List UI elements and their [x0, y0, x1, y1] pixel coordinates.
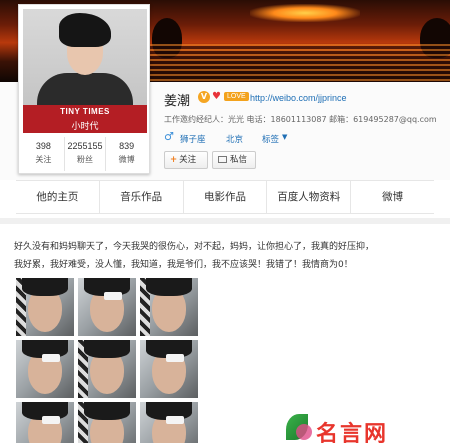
stat-label: 关注: [35, 155, 52, 164]
follow-label: 关注: [179, 155, 197, 165]
stat-label: 粉丝: [77, 155, 93, 164]
photo-thumbnail[interactable]: [16, 340, 74, 398]
message-label: 私信: [230, 155, 248, 165]
photo-thumbnail[interactable]: [16, 278, 74, 336]
photo-thumbnail[interactable]: [140, 340, 198, 398]
tag-labels[interactable]: 标签: [262, 133, 279, 145]
love-badge: LOVE: [224, 92, 249, 101]
photo-thumbnail[interactable]: [16, 402, 74, 443]
agent-info: 工作邀约经纪人：光光 电话：18601113087 邮箱：619495287@q…: [164, 115, 437, 124]
avatar-hair: [59, 13, 111, 47]
photo-grid: [16, 278, 200, 443]
message-button[interactable]: 私信: [212, 151, 256, 169]
stat-value: 398: [35, 141, 51, 151]
stat-posts[interactable]: 839 微博: [106, 137, 147, 171]
watermark: 名言网: [286, 410, 450, 443]
stat-label: 微博: [118, 155, 135, 164]
post-line: 好久没有和妈妈聊天了，今天我哭的很伤心，对不起，妈妈，让你担心了，我真的好压抑，: [14, 242, 375, 252]
stat-value: 839: [119, 141, 135, 151]
water-reflection: [150, 44, 450, 82]
sunset-glow: [250, 4, 360, 22]
stats-bar: 398 关注 2255155 粉丝 839 微博: [23, 137, 147, 171]
thumb-hair: [84, 340, 130, 358]
flower-logo-icon: [296, 424, 312, 440]
photo-thumbnail[interactable]: [78, 278, 136, 336]
stat-value: 2255155: [67, 141, 103, 151]
post-line: 我好累，我好难受，没人懂，我知道，我是爷们，我不应该哭！我错了！我情商为0！: [14, 260, 353, 270]
tab-music[interactable]: 音乐作品: [100, 181, 184, 213]
thumb-bandage: [166, 354, 184, 362]
tab-weibo[interactable]: 微博: [351, 181, 434, 213]
avatar-card: TINY TIMES 小时代 398 关注 2255155 粉丝 839 微博: [18, 4, 150, 174]
tab-baidu-profile[interactable]: 百度人物资料: [267, 181, 352, 213]
thumb-hair: [84, 402, 130, 420]
tab-home[interactable]: 他的主页: [16, 181, 100, 213]
thumb-bandage: [42, 354, 60, 362]
tab-movies[interactable]: 电影作品: [184, 181, 268, 213]
envelope-icon: [218, 156, 227, 163]
thumb-bandage: [104, 292, 122, 300]
chevron-down-icon[interactable]: ▼: [282, 133, 287, 141]
post-text: 好久没有和妈妈聊天了，今天我哭的很伤心，对不起，妈妈，让你担心了，我真的好压抑，…: [14, 238, 434, 274]
photo-thumbnail[interactable]: [78, 340, 136, 398]
profile-url-link[interactable]: http://weibo.com/jjprince: [250, 93, 347, 103]
tag-location[interactable]: 北京: [226, 133, 243, 145]
divider: [0, 218, 450, 224]
follow-button[interactable]: + 关注: [164, 151, 208, 169]
tag-zodiac[interactable]: 狮子座: [180, 133, 206, 145]
heart-icon: ♥: [212, 91, 221, 102]
stat-followers[interactable]: 2255155 粉丝: [65, 137, 107, 171]
thumb-hair: [146, 278, 192, 296]
plus-icon: +: [170, 155, 178, 165]
avatar-subtitle: 小时代: [71, 122, 99, 132]
watermark-text: 名言网: [316, 422, 389, 443]
stat-following[interactable]: 398 关注: [23, 137, 65, 171]
verified-icon: V: [198, 91, 210, 103]
nav-tabs: 他的主页 音乐作品 电影作品 百度人物资料 微博: [16, 180, 434, 214]
thumb-bandage: [166, 416, 184, 424]
avatar[interactable]: TINY TIMES 小时代: [23, 9, 147, 133]
thumb-hair: [22, 278, 68, 296]
thumb-bandage: [42, 416, 60, 424]
photo-thumbnail[interactable]: [140, 402, 198, 443]
photo-thumbnail[interactable]: [78, 402, 136, 443]
photo-thumbnail[interactable]: [140, 278, 198, 336]
avatar-title: TINY TIMES: [60, 107, 110, 116]
male-icon: ♂: [164, 130, 174, 143]
profile-name: 姜潮: [164, 94, 191, 109]
